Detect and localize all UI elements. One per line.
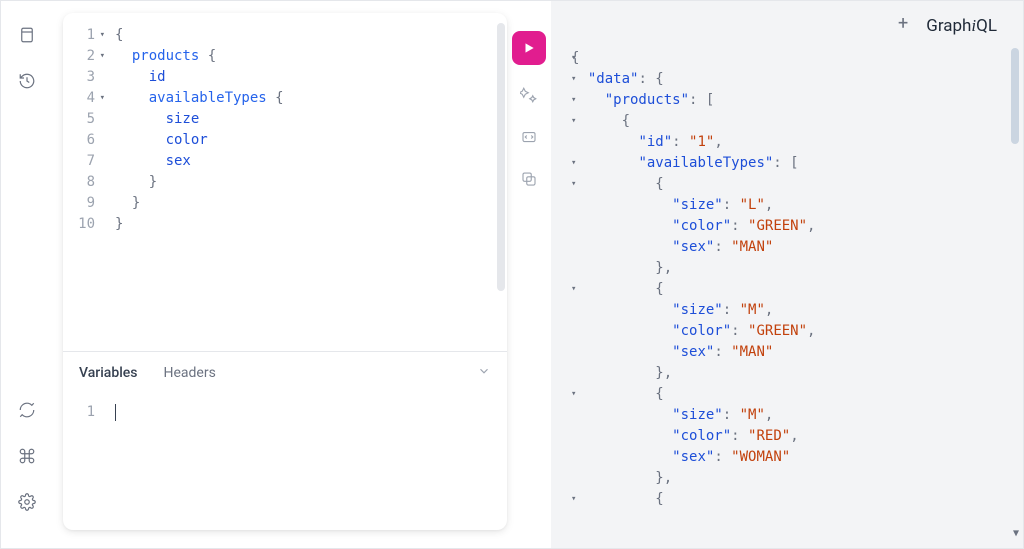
result-scrollbar[interactable] [1011, 48, 1019, 144]
query-code[interactable]: { products { id availableTypes { size co… [101, 13, 284, 351]
variables-gutter: 1 [63, 388, 101, 530]
prettify-icon[interactable] [517, 83, 541, 107]
left-sidebar [1, 1, 53, 548]
docs-icon[interactable] [13, 21, 41, 49]
merge-icon[interactable] [517, 125, 541, 149]
copy-icon[interactable] [517, 167, 541, 191]
result-header: + GraphiQL [551, 1, 1023, 42]
query-editor[interactable]: 1▾2▾34▾5678910 { products { id available… [63, 13, 507, 351]
text-caret [115, 404, 116, 421]
editor-scrollbar[interactable] [497, 23, 505, 291]
shortcuts-icon[interactable] [13, 442, 41, 470]
history-icon[interactable] [13, 67, 41, 95]
result-viewer[interactable]: ▾{▾ "data": {▾ "products": [▾ { "id": "1… [551, 42, 1023, 548]
result-panel: + GraphiQL ▾{▾ "data": {▾ "products": [▾… [551, 1, 1023, 548]
editor-card: 1▾2▾34▾5678910 { products { id available… [63, 13, 507, 530]
scroll-down-icon[interactable]: ▼ [1013, 523, 1019, 544]
tab-headers[interactable]: Headers [163, 365, 215, 381]
result-fade [551, 528, 1023, 548]
run-button[interactable] [512, 31, 546, 65]
variables-panel: Variables Headers 1 [63, 351, 507, 530]
variables-editor[interactable]: 1 [63, 388, 507, 530]
editor-toolbar [507, 13, 551, 530]
variables-header: Variables Headers [63, 352, 507, 388]
settings-icon[interactable] [13, 488, 41, 516]
editor-panel: 1▾2▾34▾5678910 { products { id available… [53, 1, 551, 548]
query-gutter: 1▾2▾34▾5678910 [63, 13, 101, 351]
brand-label: GraphiQL [926, 16, 997, 36]
tab-variables[interactable]: Variables [79, 365, 137, 381]
refresh-icon[interactable] [13, 396, 41, 424]
add-tab-button[interactable]: + [898, 13, 908, 38]
chevron-down-icon[interactable] [477, 364, 491, 382]
